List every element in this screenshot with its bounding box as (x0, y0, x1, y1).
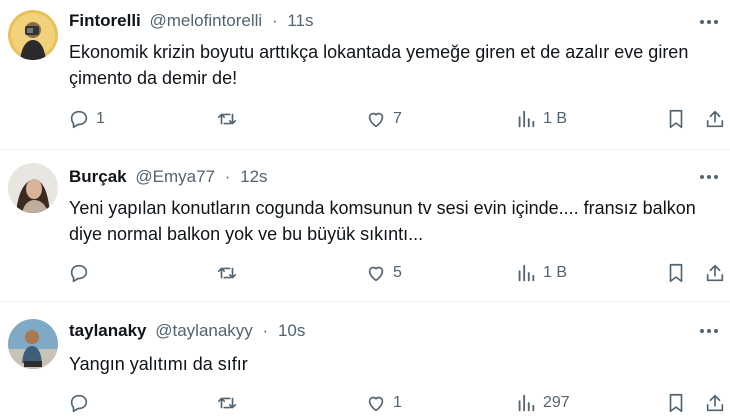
tweet-text: Yeni yapılan konutların cogunda komsunun… (69, 198, 696, 244)
tweet[interactable]: Burçak @Emya77 · 12s Yeni yapılan konutl… (0, 150, 730, 302)
display-name[interactable]: taylanaky (69, 321, 147, 340)
share-button[interactable] (704, 390, 726, 416)
views-icon (518, 110, 535, 128)
more-icon[interactable] (696, 321, 722, 341)
reply-count: 1 (96, 110, 105, 127)
bookmark-button[interactable] (665, 106, 687, 132)
timestamp[interactable]: 10s (278, 321, 305, 340)
bookmark-button[interactable] (665, 390, 687, 416)
avatar[interactable] (8, 319, 58, 369)
retweet-button[interactable] (216, 260, 244, 286)
views-button[interactable]: 1 B (515, 260, 567, 286)
bookmark-icon (669, 393, 683, 413)
tweet-header: Burçak @Emya77 · 12s (69, 166, 670, 188)
tweet-feed: Fintorelli @melofintorelli · 11s Ekonomi… (0, 0, 730, 420)
tweet[interactable]: taylanaky @taylanakyy · 10s Yangın yalıt… (0, 302, 730, 420)
avatar[interactable] (8, 10, 58, 60)
retweet-button[interactable] (216, 106, 244, 132)
tweet-header: taylanaky @taylanakyy · 10s (69, 320, 670, 342)
like-button[interactable]: 5 (365, 260, 402, 286)
more-icon[interactable] (696, 167, 722, 187)
share-icon (706, 110, 724, 128)
timestamp[interactable]: 12s (240, 167, 267, 186)
user-handle[interactable]: @taylanakyy (155, 321, 253, 340)
bookmark-icon (669, 109, 683, 129)
timestamp[interactable]: 11s (287, 11, 313, 30)
like-icon (368, 112, 384, 128)
like-icon (368, 266, 384, 282)
share-icon (706, 264, 724, 282)
views-icon (518, 394, 535, 412)
bookmark-icon (669, 263, 683, 283)
share-icon (706, 394, 724, 412)
views-count: 297 (543, 394, 570, 411)
separator-dot: · (224, 167, 231, 186)
reply-icon (70, 264, 88, 283)
reply-button[interactable]: 1 (68, 106, 105, 132)
tweet-actions: 5 1 B (60, 260, 730, 286)
tweet-text: Ekonomik krizin boyutu arttıkça lokantad… (69, 42, 689, 88)
views-count: 1 B (543, 264, 568, 281)
bookmark-button[interactable] (665, 260, 687, 286)
reply-button[interactable] (68, 260, 96, 286)
views-count: 1 B (543, 110, 568, 127)
like-button[interactable]: 1 (365, 390, 402, 416)
tweet[interactable]: Fintorelli @melofintorelli · 11s Ekonomi… (0, 0, 730, 150)
user-handle[interactable]: @melofintorelli (150, 11, 263, 30)
like-count: 1 (393, 394, 402, 411)
display-name[interactable]: Fintorelli (69, 11, 141, 30)
like-count: 7 (393, 110, 402, 127)
tweet-actions: 1 297 (60, 390, 730, 416)
share-button[interactable] (704, 260, 726, 286)
reply-icon (70, 394, 88, 413)
reply-button[interactable] (68, 390, 96, 416)
views-button[interactable]: 1 B (515, 106, 567, 132)
like-button[interactable]: 7 (365, 106, 402, 132)
retweet-button[interactable] (216, 390, 244, 416)
tweet-header: Fintorelli @melofintorelli · 11s (69, 10, 670, 32)
user-handle[interactable]: @Emya77 (135, 167, 215, 186)
retweet-icon (217, 397, 237, 409)
tweet-text: Yangın yalıtımı da sıfır (69, 354, 248, 374)
avatar[interactable] (8, 163, 58, 213)
separator-dot: · (271, 11, 278, 30)
tweet-actions: 1 7 1 B (60, 106, 730, 132)
retweet-icon (217, 113, 237, 125)
reply-icon (70, 110, 88, 129)
more-icon[interactable] (696, 12, 722, 32)
like-count: 5 (393, 264, 402, 281)
views-icon (518, 264, 535, 282)
display-name[interactable]: Burçak (69, 167, 127, 186)
retweet-icon (217, 267, 237, 279)
like-icon (368, 396, 384, 412)
separator-dot: · (262, 321, 269, 340)
share-button[interactable] (704, 106, 726, 132)
views-button[interactable]: 297 (515, 390, 570, 416)
